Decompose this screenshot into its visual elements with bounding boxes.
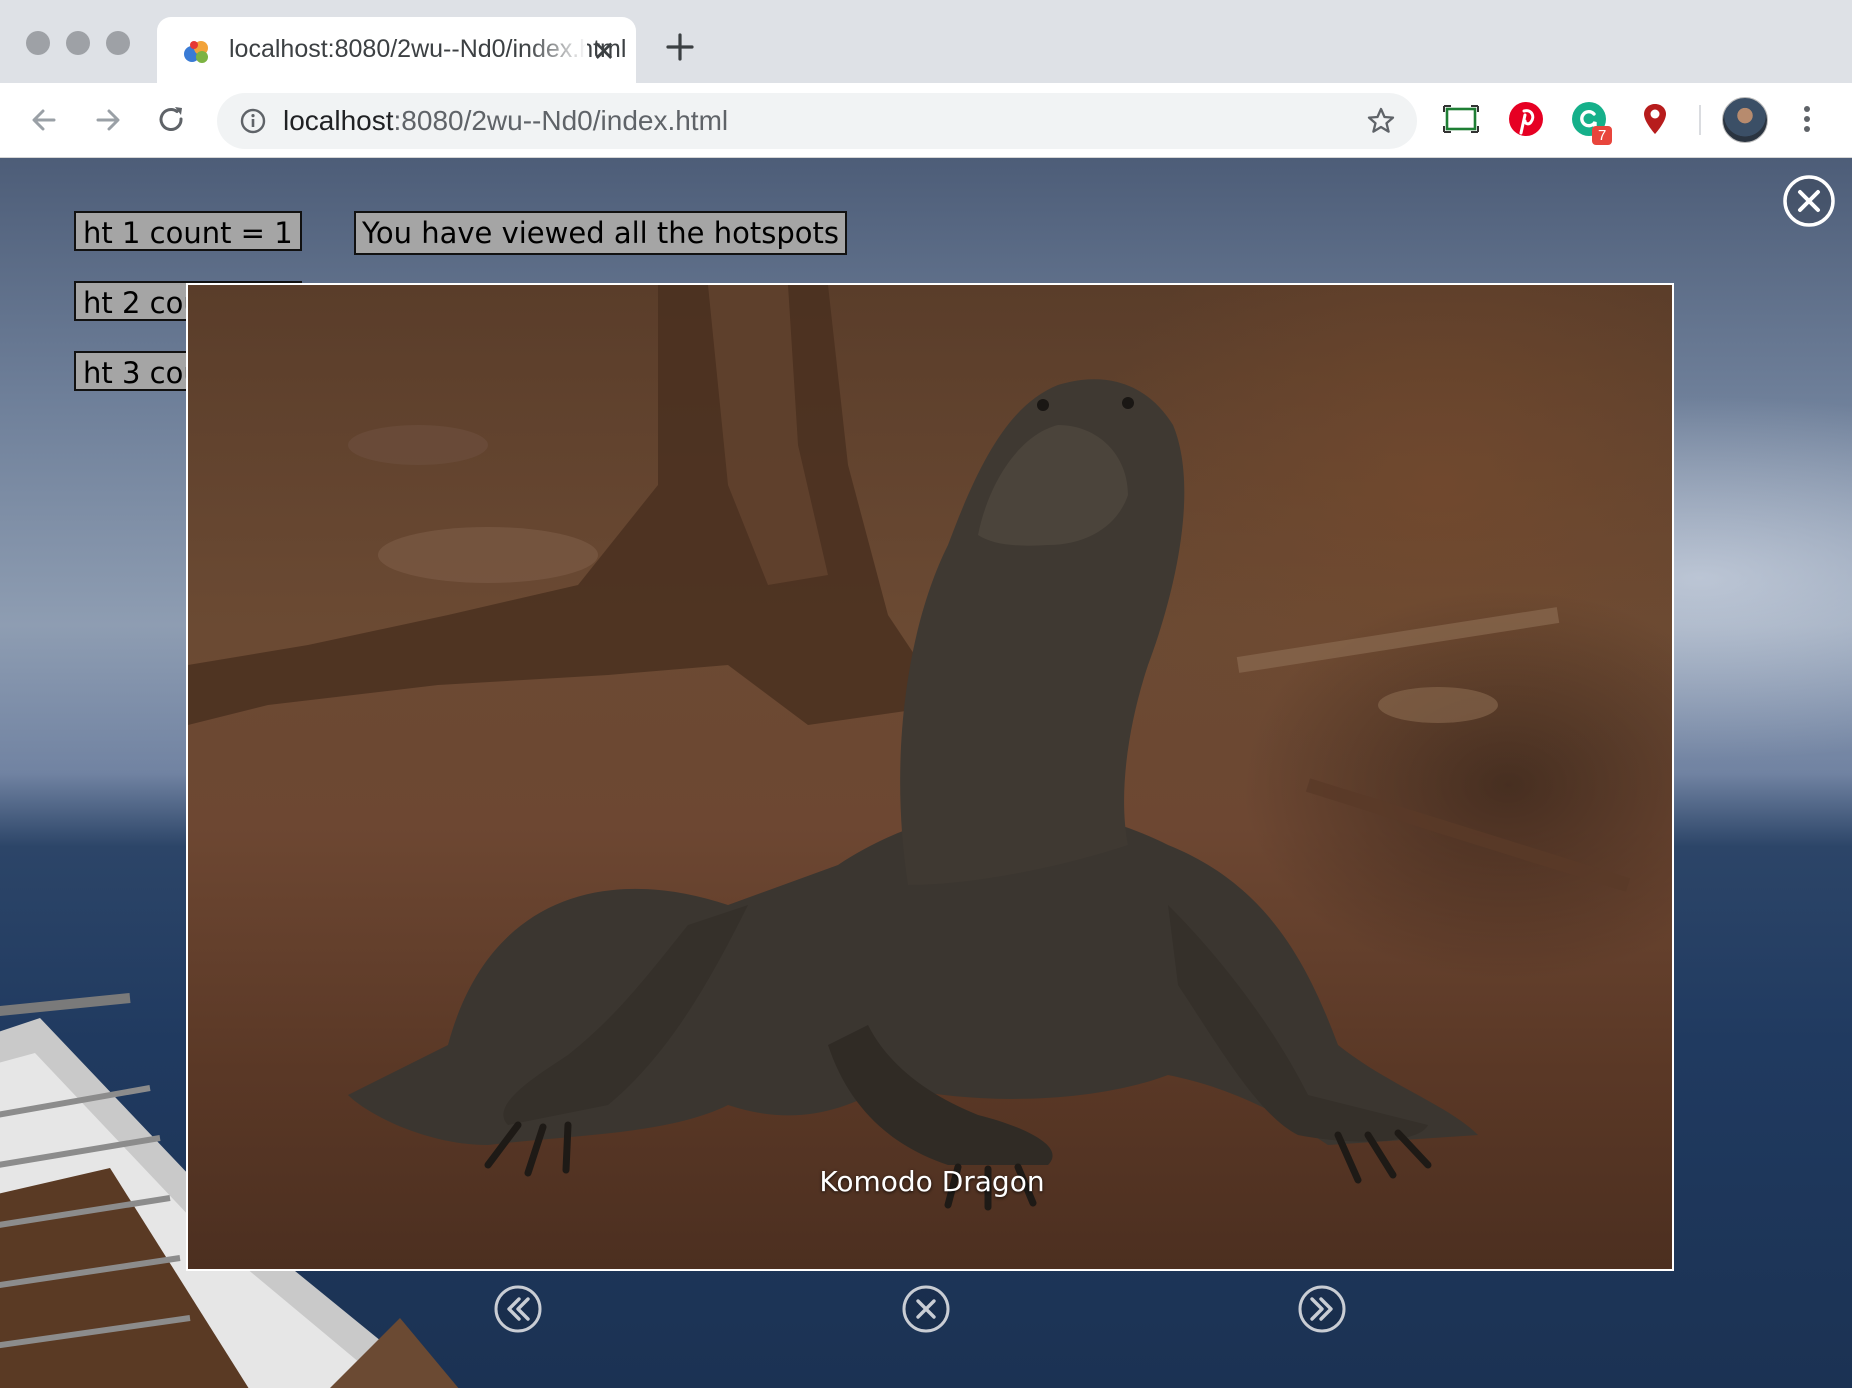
url-host: localhost bbox=[283, 105, 394, 136]
close-viewer-icon[interactable] bbox=[1782, 174, 1836, 228]
forward-icon[interactable] bbox=[90, 102, 126, 138]
window-zoom-dot[interactable] bbox=[106, 31, 130, 55]
reload-icon[interactable] bbox=[154, 102, 190, 138]
url-path: :8080/2wu--Nd0/index.html bbox=[393, 105, 729, 136]
browser-menu-icon[interactable] bbox=[1788, 100, 1826, 138]
komodo-dragon-photo bbox=[188, 285, 1631, 1211]
lightbox-image-frame[interactable]: Komodo Dragon bbox=[186, 283, 1674, 1271]
map-pin-extension-icon[interactable] bbox=[1636, 100, 1674, 138]
site-favicon-icon bbox=[184, 41, 208, 63]
window-close-dot[interactable] bbox=[26, 31, 50, 55]
previous-image-icon[interactable] bbox=[492, 1283, 544, 1335]
browser-toolbar: localhost:8080/2wu--Nd0/index.html 7 bbox=[0, 83, 1852, 158]
hotspots-viewed-message: You have viewed all the hotspots bbox=[354, 211, 847, 255]
bookmark-star-icon[interactable] bbox=[1365, 105, 1397, 137]
back-icon[interactable] bbox=[26, 102, 62, 138]
profile-avatar[interactable] bbox=[1722, 97, 1768, 143]
next-image-icon[interactable] bbox=[1296, 1283, 1348, 1335]
pinterest-extension-icon[interactable] bbox=[1507, 100, 1545, 138]
url-text[interactable]: localhost:8080/2wu--Nd0/index.html bbox=[283, 105, 728, 137]
tab-strip: localhost:8080/2wu--Nd0/index.html ✕ bbox=[0, 0, 1852, 83]
browser-tab[interactable]: localhost:8080/2wu--Nd0/index.html ✕ bbox=[157, 17, 636, 83]
extension-badge-count: 7 bbox=[1592, 126, 1613, 145]
new-tab-icon[interactable] bbox=[663, 30, 697, 64]
screen-capture-extension-icon[interactable] bbox=[1442, 100, 1480, 138]
panorama-viewer[interactable]: ht 1 count = 1 ht 2 count = 1 ht 3 count… bbox=[0, 158, 1852, 1388]
window-minimize-dot[interactable] bbox=[66, 31, 90, 55]
hotspot-1-counter: ht 1 count = 1 bbox=[74, 211, 302, 251]
site-info-icon[interactable] bbox=[239, 107, 267, 135]
lightbox-caption: Komodo Dragon bbox=[819, 1165, 1045, 1198]
address-bar[interactable]: localhost:8080/2wu--Nd0/index.html bbox=[217, 93, 1417, 149]
close-lightbox-icon[interactable] bbox=[900, 1283, 952, 1335]
tab-close-icon[interactable]: ✕ bbox=[589, 37, 619, 67]
